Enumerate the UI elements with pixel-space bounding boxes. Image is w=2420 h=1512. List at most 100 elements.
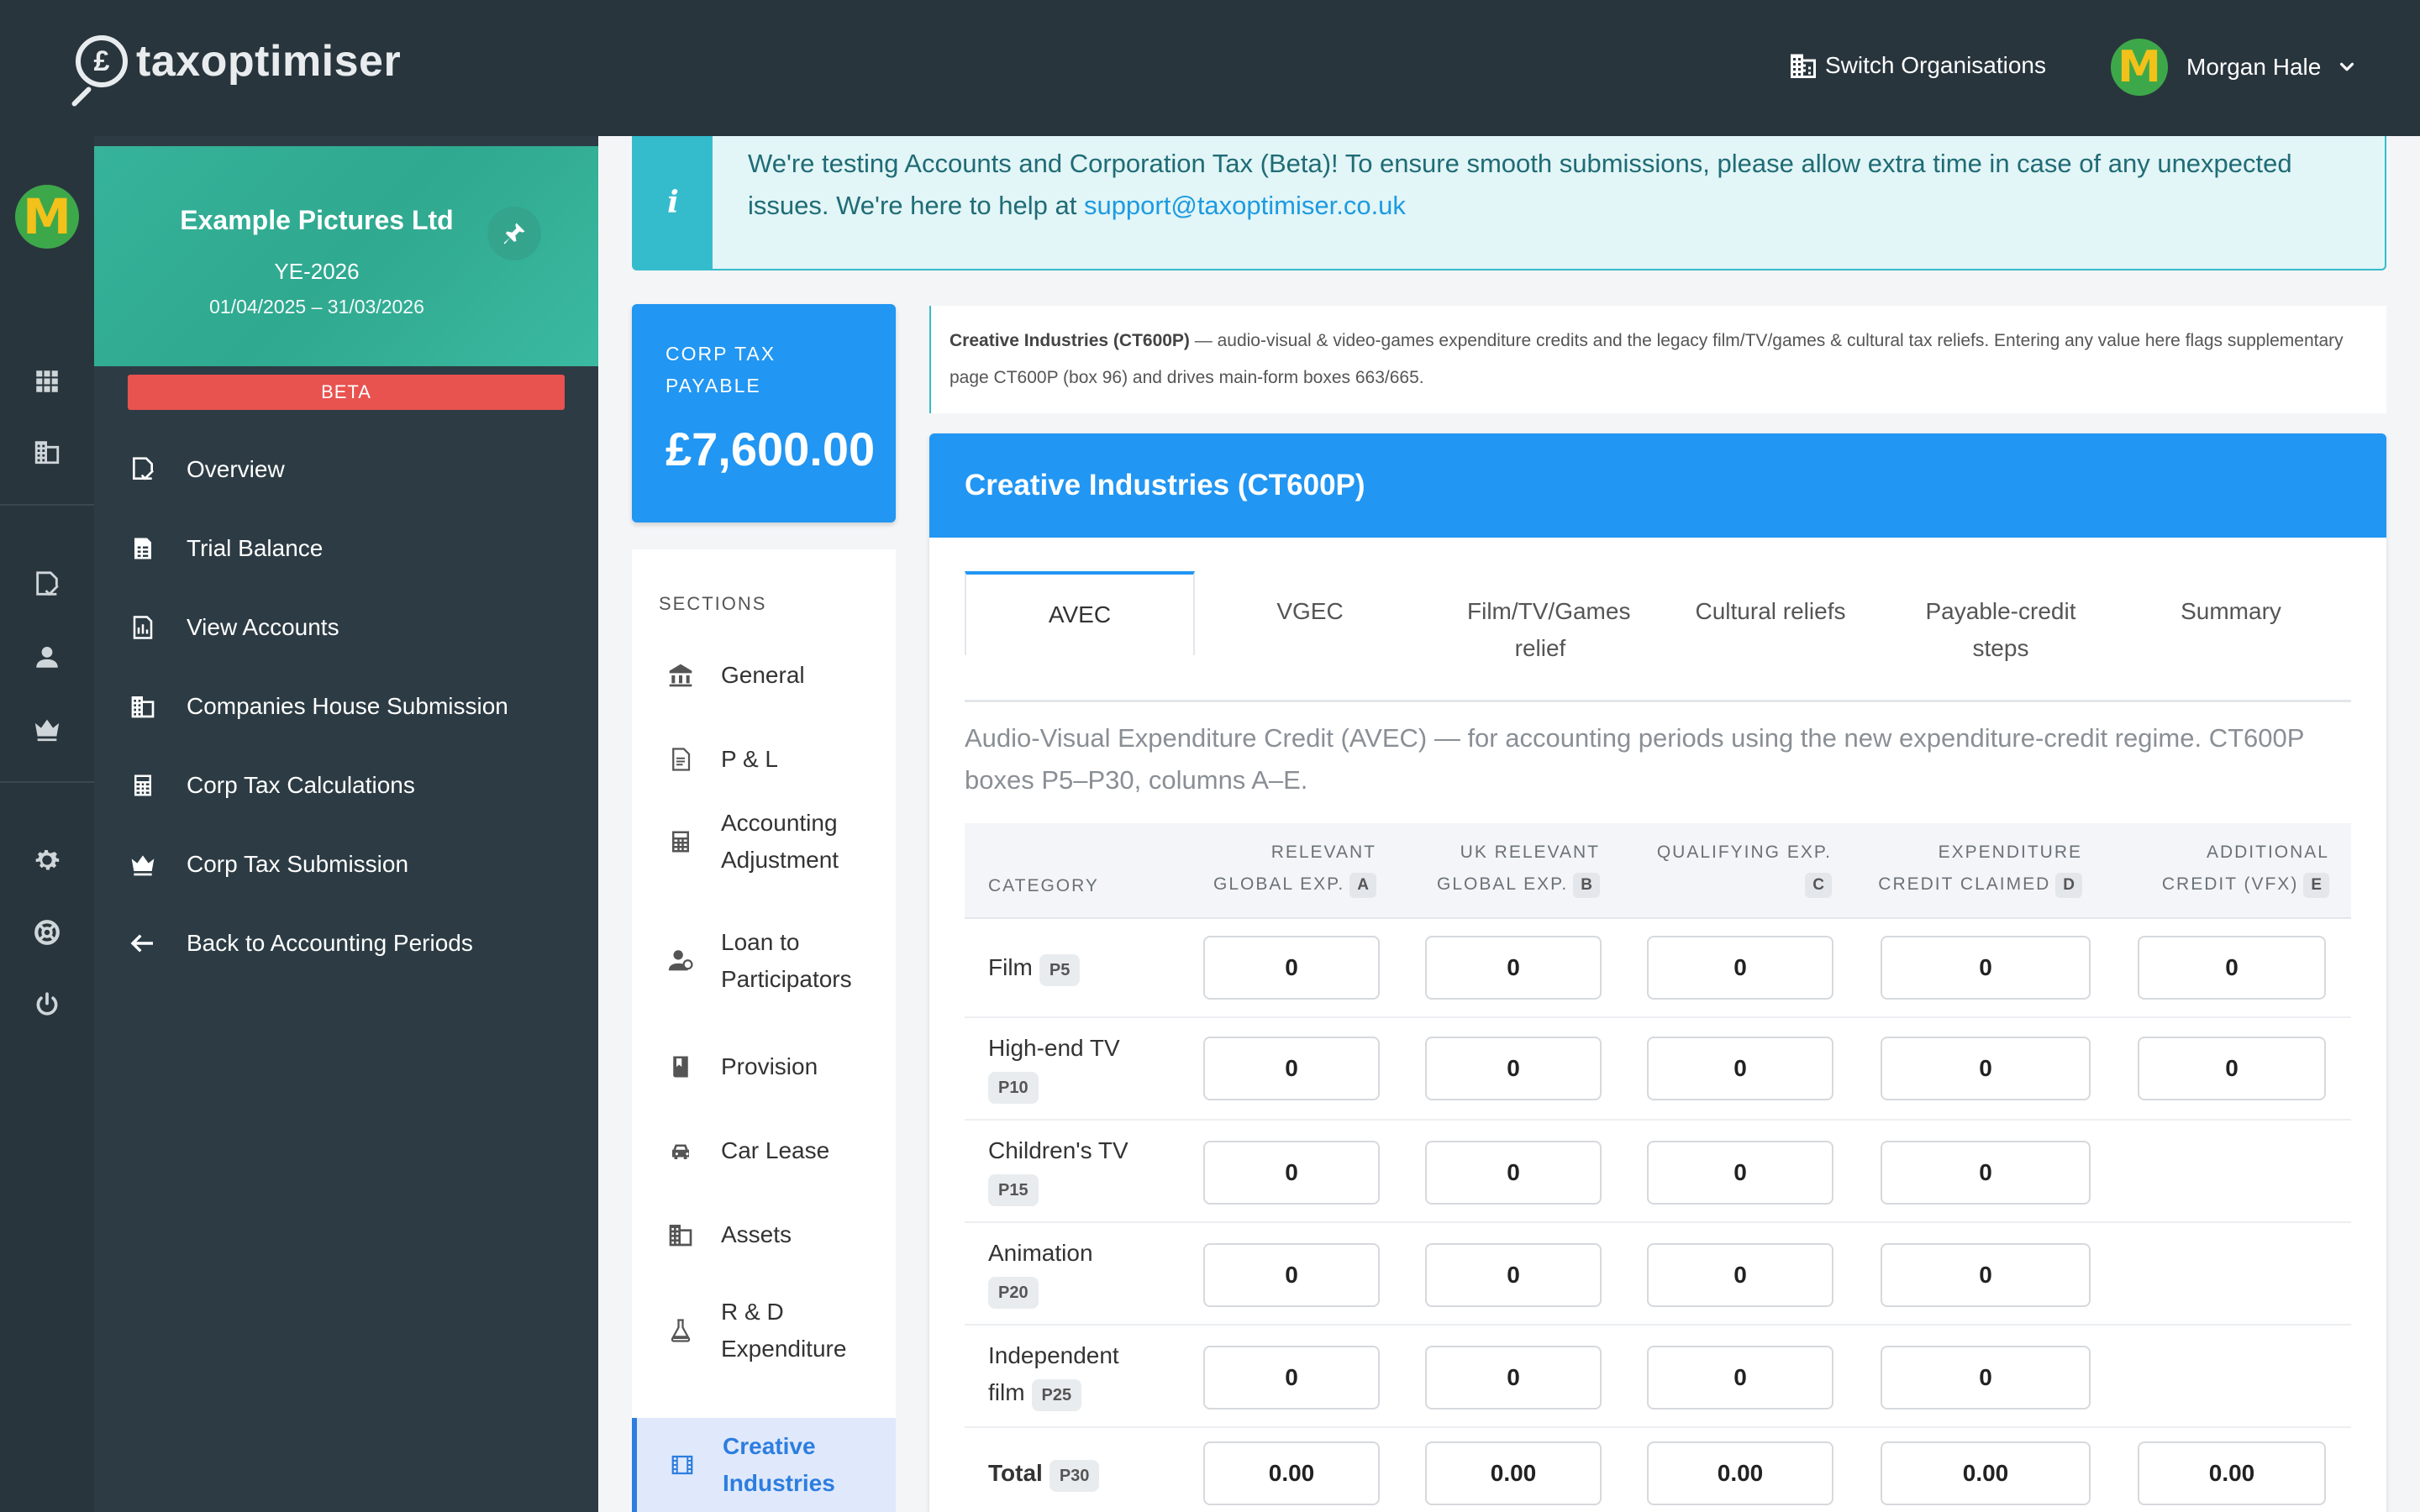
info-message: We're testing Accounts and Corporation T…: [748, 149, 2292, 220]
row-label-text: Total: [988, 1460, 1043, 1486]
taxoptimiser-logo[interactable]: £ taxoptimiser: [76, 35, 401, 87]
creative-industries-panel: Creative Industries (CT600P) AVEC VGEC F…: [929, 433, 2386, 1512]
film-qualifying-exp-input[interactable]: 0: [1647, 936, 1833, 1000]
column-header-c: QUALIFYING EXP. C: [1608, 837, 1832, 900]
document-check-icon[interactable]: [30, 568, 64, 601]
row-box-badge: P5: [1039, 954, 1081, 986]
rail-divider: [0, 504, 94, 506]
section-p-and-l[interactable]: P & L: [632, 724, 896, 795]
description-text: Creative Industries (CT600P) — audio-vis…: [950, 323, 2370, 396]
high-end-tv-qualifying-exp-input[interactable]: 0: [1647, 1037, 1833, 1100]
column-header-line2: GLOBAL EXP.: [1213, 874, 1345, 894]
film-icon: [667, 1450, 697, 1480]
animation-qualifying-exp-input[interactable]: 0: [1647, 1243, 1833, 1307]
film-expenditure-credit-claimed-input[interactable]: 0: [1881, 936, 2091, 1000]
top-bar: £ taxoptimiser Switch Organisations M Mo…: [0, 0, 2420, 136]
section-loan-to-participators[interactable]: Loan to Participators: [632, 911, 896, 1011]
book-icon: [666, 1052, 696, 1082]
column-header-line1: QUALIFYING EXP.: [1656, 843, 1832, 862]
section-general[interactable]: General: [632, 640, 896, 711]
independent-film-relevant-global-exp-input[interactable]: 0: [1203, 1346, 1380, 1410]
crown-icon[interactable]: [30, 712, 64, 746]
childrens-tv-expenditure-credit-claimed-input[interactable]: 0: [1881, 1141, 2091, 1205]
table-row: Film P5 0 0 0 0 0: [965, 921, 2351, 1018]
sidebar-item-label: Corp Tax Calculations: [187, 772, 415, 798]
calculator-icon: [666, 827, 696, 857]
total-relevant-global-exp: 0.00: [1203, 1441, 1380, 1505]
corp-tax-payable-card: CORP TAX PAYABLE £7,600.00: [632, 304, 896, 522]
table-row-total: Total P30 0.00 0.00 0.00 0.00 0.00: [965, 1428, 2351, 1512]
document-check-icon: [128, 454, 158, 485]
sidebar-item-corp-tax-calculations[interactable]: Corp Tax Calculations: [94, 746, 598, 825]
animation-relevant-global-exp-input[interactable]: 0: [1203, 1243, 1380, 1307]
column-header-b: UK RELEVANT GLOBAL EXP. B: [1385, 837, 1600, 900]
independent-film-qualifying-exp-input[interactable]: 0: [1647, 1346, 1833, 1410]
section-label: Car Lease: [721, 1137, 830, 1163]
film-relevant-global-exp-input[interactable]: 0: [1203, 936, 1380, 1000]
tab-payable-credit-steps[interactable]: Payable-credit steps: [1886, 571, 2116, 702]
company-year-end: YE-2026: [274, 259, 360, 284]
total-uk-relevant-global-exp: 0.00: [1425, 1441, 1602, 1505]
pin-button[interactable]: [487, 207, 541, 260]
power-icon[interactable]: [30, 988, 64, 1021]
tab-summary[interactable]: Summary: [2116, 571, 2346, 702]
row-label: Children's TV P15: [988, 1132, 1128, 1206]
section-r-and-d[interactable]: R & D Expenditure: [632, 1280, 896, 1381]
support-lifebuoy-icon[interactable]: [30, 916, 64, 949]
independent-film-uk-relevant-global-exp-input[interactable]: 0: [1425, 1346, 1602, 1410]
avatar[interactable]: M: [15, 185, 79, 249]
row-label: High-end TV P10: [988, 1030, 1120, 1104]
sidebar-item-trial-balance[interactable]: Trial Balance: [94, 509, 598, 588]
column-header-line1: UK RELEVANT: [1460, 843, 1600, 862]
column-header-e: ADDITIONAL CREDIT (VFX) E: [2091, 837, 2329, 900]
person-icon[interactable]: [30, 640, 64, 674]
section-label: R & D Expenditure: [721, 1299, 847, 1362]
high-end-tv-expenditure-credit-claimed-input[interactable]: 0: [1881, 1037, 2091, 1100]
tab-avec[interactable]: AVEC: [965, 571, 1195, 655]
sidebar-item-back-to-periods[interactable]: Back to Accounting Periods: [94, 904, 598, 983]
sidebar-nav: Overview Trial Balance View Accounts Com…: [94, 430, 598, 983]
column-badge: C: [1805, 873, 1832, 898]
crown-icon: [128, 849, 158, 879]
film-additional-credit-vfx-input[interactable]: 0: [2138, 936, 2326, 1000]
childrens-tv-relevant-global-exp-input[interactable]: 0: [1203, 1141, 1380, 1205]
info-strip: i: [634, 136, 713, 269]
tab-cultural-reliefs[interactable]: Cultural reliefs: [1655, 571, 1886, 702]
column-header-category: CATEGORY: [988, 876, 1099, 895]
independent-film-expenditure-credit-claimed-input[interactable]: 0: [1881, 1346, 2091, 1410]
user-menu[interactable]: M Morgan Hale: [2111, 39, 2356, 96]
high-end-tv-additional-credit-vfx-input[interactable]: 0: [2138, 1037, 2326, 1100]
section-creative-industries[interactable]: Creative Industries: [632, 1418, 896, 1512]
table-row: Children's TV P15 0 0 0 0: [965, 1121, 2351, 1223]
high-end-tv-uk-relevant-global-exp-input[interactable]: 0: [1425, 1037, 1602, 1100]
switch-organisations-button[interactable]: Switch Organisations: [1788, 50, 2046, 81]
childrens-tv-uk-relevant-global-exp-input[interactable]: 0: [1425, 1141, 1602, 1205]
support-email-link[interactable]: support@taxoptimiser.co.uk: [1084, 191, 1406, 220]
animation-expenditure-credit-claimed-input[interactable]: 0: [1881, 1243, 2091, 1307]
section-accounting-adjustment[interactable]: Accounting Adjustment: [632, 791, 896, 892]
user-name: Morgan Hale: [2186, 54, 2322, 80]
apps-grid-icon[interactable]: [30, 365, 64, 398]
section-provision[interactable]: Provision: [632, 1033, 896, 1100]
section-assets[interactable]: Assets: [632, 1201, 896, 1268]
tab-film-tv-games-relief[interactable]: Film/TV/Games relief: [1425, 571, 1655, 702]
column-header-line2: GLOBAL EXP.: [1437, 874, 1569, 894]
sidebar-item-view-accounts[interactable]: View Accounts: [94, 588, 598, 667]
film-uk-relevant-global-exp-input[interactable]: 0: [1425, 936, 1602, 1000]
section-car-lease[interactable]: Car Lease: [632, 1117, 896, 1184]
logo-text: taxoptimiser: [136, 37, 402, 86]
chevron-down-icon: [2340, 62, 2354, 71]
sidebar-item-overview[interactable]: Overview: [94, 430, 598, 509]
row-label-text: Children's TV: [988, 1137, 1128, 1163]
tab-vgec[interactable]: VGEC: [1195, 571, 1425, 702]
sidebar-item-corp-tax-submission[interactable]: Corp Tax Submission: [94, 825, 598, 904]
spreadsheet-icon: [128, 533, 158, 564]
high-end-tv-relevant-global-exp-input[interactable]: 0: [1203, 1037, 1380, 1100]
animation-uk-relevant-global-exp-input[interactable]: 0: [1425, 1243, 1602, 1307]
gear-icon[interactable]: [30, 843, 64, 877]
childrens-tv-qualifying-exp-input[interactable]: 0: [1647, 1141, 1833, 1205]
avec-description: Audio-Visual Expenditure Credit (AVEC) —…: [965, 723, 2304, 795]
sidebar-item-companies-house[interactable]: Companies House Submission: [94, 667, 598, 746]
building-icon[interactable]: [30, 435, 64, 469]
info-icon: i: [667, 185, 679, 220]
